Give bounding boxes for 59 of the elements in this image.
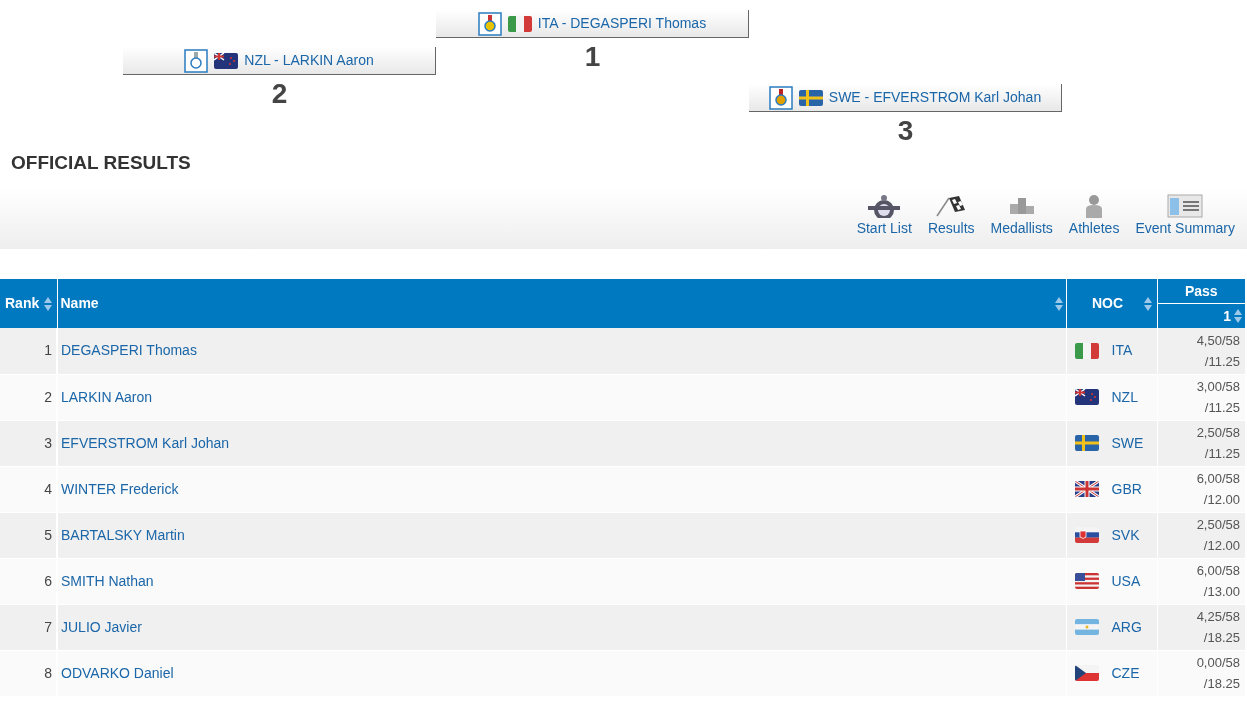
flag-icon — [1074, 435, 1099, 451]
athlete-link[interactable]: LARKIN Aaron — [61, 388, 153, 405]
toolbar-link[interactable]: Athletes — [1068, 194, 1120, 239]
document-icon — [1167, 194, 1204, 218]
rank-cell: 8 — [0, 650, 57, 696]
athlete-link[interactable]: ODVARKO Daniel — [61, 664, 174, 681]
flag-icon — [1074, 665, 1099, 681]
flag-icon — [1074, 619, 1099, 635]
noc-link[interactable]: ITA — [1111, 340, 1133, 362]
flag-icon — [214, 52, 239, 69]
pass-cell: 4,50/58 /11.25 — [1157, 328, 1245, 374]
pass-cell: 6,00/58 /13.00 — [1157, 558, 1245, 604]
noc-link[interactable]: ARG — [1111, 616, 1142, 638]
toolbar-link[interactable]: Results — [927, 194, 975, 239]
noc-link[interactable]: GBR — [1111, 478, 1142, 500]
header-label: NOC — [1090, 294, 1125, 313]
noc-link[interactable]: SVK — [1111, 524, 1140, 546]
column-header[interactable]: 1 — [1157, 303, 1245, 328]
pass-cell: 4,25/58 /18.25 — [1157, 604, 1245, 650]
athlete-link[interactable]: ITA - DEGASPERI Thomas — [537, 13, 707, 34]
pass-cell: 2,50/58 /11.25 — [1157, 420, 1245, 466]
flag-icon — [1074, 342, 1099, 359]
page-title: OFFICIAL RESULTS — [10, 151, 192, 175]
podium-place: 3 — [897, 114, 914, 148]
podium-place: 2 — [271, 77, 288, 111]
noc-link[interactable]: CZE — [1111, 662, 1140, 684]
pass-cell: 0,00/58 /18.25 — [1157, 650, 1245, 696]
athlete-link[interactable]: EFVERSTROM Karl Johan — [61, 434, 230, 451]
toolbar-link[interactable]: Medallists — [990, 194, 1053, 239]
sort-icon — [1054, 295, 1063, 312]
header-label: Rank — [5, 294, 40, 313]
flag-icon — [1074, 389, 1099, 405]
noc-link[interactable]: NZL — [1111, 386, 1138, 408]
flag-icon — [798, 89, 823, 106]
toolbar-link[interactable]: Event Summary — [1135, 194, 1235, 239]
flag-icon — [1074, 573, 1099, 589]
athlete-link[interactable]: JULIO Javier — [61, 618, 142, 635]
noc-link[interactable]: USA — [1111, 570, 1141, 592]
athlete-link[interactable]: BARTALSKY Martin — [61, 526, 185, 543]
athlete-link[interactable]: NZL - LARKIN Aaron — [244, 50, 374, 71]
column-header: Pass — [1157, 279, 1245, 304]
podium-place: 1 — [584, 40, 601, 74]
header-label: Name — [60, 294, 99, 313]
flag-icon — [507, 15, 532, 32]
sort-icon — [43, 295, 52, 312]
flag-icon — [1074, 527, 1099, 543]
pass-cell: 3,00/58 /11.25 — [1157, 374, 1245, 420]
athlete-link[interactable]: DEGASPERI Thomas — [61, 342, 197, 359]
athlete-link[interactable]: SWE - EFVERSTROM Karl Johan — [828, 87, 1042, 108]
sort-icon — [1234, 308, 1242, 324]
noc-link[interactable]: SWE — [1111, 432, 1144, 454]
flag-icon — [1074, 481, 1099, 497]
sort-icon — [1143, 295, 1152, 312]
toolbar-link[interactable]: Start List — [856, 194, 912, 239]
header-label: 1 — [1223, 306, 1231, 326]
athlete-link[interactable]: SMITH Nathan — [61, 572, 154, 589]
athlete-link[interactable]: WINTER Frederick — [61, 480, 179, 497]
pass-cell: 6,00/58 /12.00 — [1157, 466, 1245, 512]
pass-cell: 2,50/58 /12.00 — [1157, 512, 1245, 558]
